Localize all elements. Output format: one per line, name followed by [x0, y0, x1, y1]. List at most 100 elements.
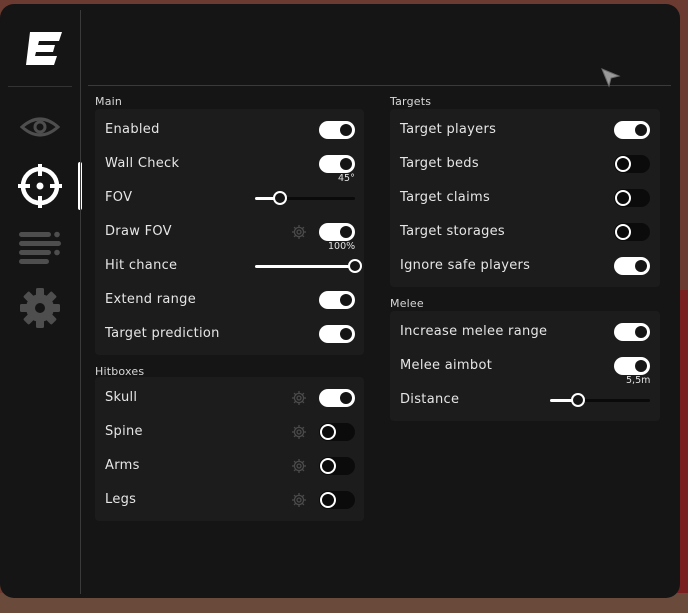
toggle-knob: [320, 458, 336, 474]
setting-row-ignore-safe-players: Ignore safe players: [390, 249, 660, 283]
toggle-spine[interactable]: [319, 423, 355, 441]
gear-icon[interactable]: [291, 424, 307, 440]
setting-label: Distance: [400, 392, 460, 407]
setting-row-target-storages: Target storages: [390, 215, 660, 249]
setting-label: Target players: [400, 122, 497, 137]
sidebar-divider: [80, 10, 81, 594]
toggle-skull[interactable]: [319, 389, 355, 407]
toggle-knob: [615, 156, 631, 172]
setting-row-skull: Skull: [95, 381, 364, 415]
setting-row-enabled: Enabled: [95, 113, 364, 147]
logo-icon: [26, 32, 62, 65]
setting-label: FOV: [105, 190, 133, 205]
setting-row-melee-aimbot: Melee aimbot: [390, 349, 660, 383]
setting-label: Draw FOV: [105, 224, 172, 239]
setting-row-target-prediction: Target prediction: [95, 317, 364, 351]
setting-row-increase-melee-range: Increase melee range: [390, 315, 660, 349]
toggle-target-storages[interactable]: [614, 223, 650, 241]
toggle-knob: [635, 260, 647, 272]
targets-panel: Target players Target beds Target claims Ta…: [390, 109, 660, 287]
melee-panel: Increase melee range Melee aimbot Distance…: [390, 311, 660, 421]
toggle-knob: [635, 326, 647, 338]
slider-fill: [255, 265, 355, 268]
toggle-increase-melee-range[interactable]: [614, 323, 650, 341]
eye-icon: [20, 117, 60, 137]
toggle-melee-aimbot[interactable]: [614, 357, 650, 375]
toggle-wall-check[interactable]: [319, 155, 355, 173]
setting-label: Skull: [105, 390, 138, 405]
slider-thumb[interactable]: [571, 393, 585, 407]
setting-row-extend-range: Extend range: [95, 283, 364, 317]
setting-row-target-claims: Target claims: [390, 181, 660, 215]
toggle-draw-fov[interactable]: [319, 223, 355, 241]
mouse-cursor-icon: [601, 68, 621, 88]
gear-icon[interactable]: [291, 492, 307, 508]
sidebar-separator: [8, 86, 72, 87]
toggle-ignore-safe-players[interactable]: [614, 257, 650, 275]
setting-label: Legs: [105, 492, 137, 507]
setting-row-fov: FOV 45°: [95, 173, 364, 215]
setting-label: Hit chance: [105, 258, 178, 273]
sidebar-item-visuals[interactable]: [18, 105, 62, 149]
gear-icon[interactable]: [291, 390, 307, 406]
gear-icon[interactable]: [291, 458, 307, 474]
slider-thumb[interactable]: [348, 259, 362, 273]
toggle-knob: [340, 294, 352, 306]
setting-row-arms: Arms: [95, 449, 364, 483]
section-title-melee: Melee: [390, 297, 424, 310]
setting-row-wall-check: Wall Check: [95, 147, 364, 181]
toggle-legs[interactable]: [319, 491, 355, 509]
setting-label: Spine: [105, 424, 143, 439]
setting-label: Target beds: [400, 156, 479, 171]
gear-icon[interactable]: [291, 224, 307, 240]
sidebar: [0, 4, 80, 598]
setting-row-target-beds: Target beds: [390, 147, 660, 181]
setting-row-hit-chance: Hit chance 100%: [95, 241, 364, 283]
slider-distance[interactable]: [550, 393, 650, 407]
section-title-targets: Targets: [390, 95, 432, 108]
toggle-knob: [615, 190, 631, 206]
sidebar-item-misc[interactable]: [18, 225, 62, 269]
setting-label: Extend range: [105, 292, 197, 307]
toggle-knob: [340, 392, 352, 404]
setting-label: Enabled: [105, 122, 160, 137]
setting-label: Arms: [105, 458, 140, 473]
toggle-arms[interactable]: [319, 457, 355, 475]
toggle-knob: [340, 226, 352, 238]
toggle-knob: [340, 124, 352, 136]
toggle-target-claims[interactable]: [614, 189, 650, 207]
toggle-extend-range[interactable]: [319, 291, 355, 309]
toggle-knob: [340, 158, 352, 170]
toggle-target-beds[interactable]: [614, 155, 650, 173]
section-title-main: Main: [95, 95, 123, 108]
setting-label: Ignore safe players: [400, 258, 531, 273]
slider-hit-chance[interactable]: [255, 259, 362, 273]
slider-thumb[interactable]: [273, 191, 287, 205]
setting-label: Wall Check: [105, 156, 180, 171]
toggle-target-players[interactable]: [614, 121, 650, 139]
cheat-menu-window: Main Enabled Wall Check FOV 45° Draw FOV Hit …: [0, 4, 680, 598]
main-panel: Enabled Wall Check FOV 45° Draw FOV Hit chanc…: [95, 109, 364, 355]
hitboxes-panel: Skull Spine Arms Legs: [95, 377, 364, 521]
toggle-knob: [635, 124, 647, 136]
toggle-enabled[interactable]: [319, 121, 355, 139]
sidebar-item-settings[interactable]: [18, 286, 62, 330]
toggle-knob: [340, 328, 352, 340]
toggle-knob: [320, 492, 336, 508]
list-icon: [19, 231, 61, 264]
setting-row-distance: Distance 5,5m: [390, 375, 660, 417]
setting-label: Target claims: [400, 190, 491, 205]
toggle-knob: [615, 224, 631, 240]
slider-value: 100%: [328, 241, 356, 252]
setting-row-target-players: Target players: [390, 113, 660, 147]
toggle-target-prediction[interactable]: [319, 325, 355, 343]
crosshair-icon: [18, 164, 62, 208]
slider-fov[interactable]: [255, 191, 355, 205]
setting-label: Target storages: [400, 224, 506, 239]
setting-label: Target prediction: [105, 326, 220, 341]
setting-label: Increase melee range: [400, 324, 548, 339]
sidebar-item-aimbot[interactable]: [18, 164, 62, 208]
slider-value: 45°: [338, 173, 355, 184]
toggle-knob: [320, 424, 336, 440]
header-divider: [88, 85, 671, 86]
